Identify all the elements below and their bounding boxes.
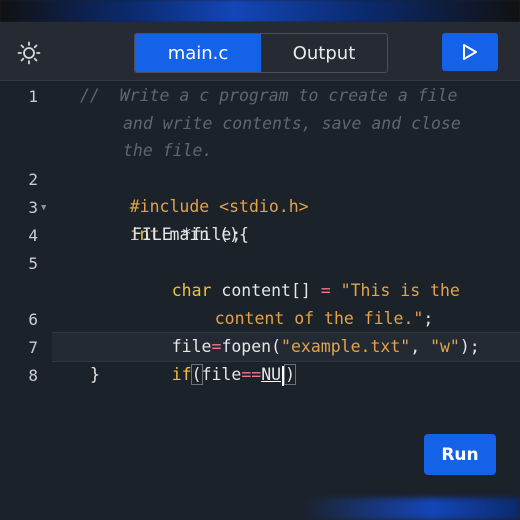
call-end: );	[459, 337, 480, 356]
line-number: 5	[28, 254, 38, 273]
code-line-content-decl: char content[] = "This is the	[132, 249, 460, 300]
if-keyword: if	[171, 365, 192, 384]
line-number: 8	[28, 366, 38, 385]
tab-output[interactable]: Output	[261, 34, 387, 72]
code-line-content-cont: content of the file.";	[175, 277, 434, 328]
equals-operator: ==	[241, 365, 262, 384]
line-number: 3	[28, 198, 38, 217]
code-line-close-brace: }	[90, 365, 100, 384]
code-line-fopen: file=fopen("example.txt", "w");	[132, 305, 480, 356]
code-line-if: if(file==NU)	[132, 333, 296, 386]
typed-token: NU	[261, 365, 282, 384]
line-number: 7	[28, 338, 38, 357]
string-literal: "w"	[430, 337, 460, 356]
theme-toggle-button[interactable]	[14, 38, 44, 68]
fold-arrow-icon[interactable]: ▼	[41, 203, 46, 213]
comma: ,	[410, 337, 431, 356]
line-number: 2	[28, 170, 38, 189]
top-strip	[0, 0, 520, 22]
code-comment: and write contents, save and close	[123, 114, 461, 133]
variable-name: file	[201, 365, 242, 384]
code-comment: // Write a c program to create a file	[80, 86, 458, 105]
bottom-strip	[300, 498, 520, 520]
text-cursor	[282, 365, 285, 386]
sun-icon	[17, 41, 41, 65]
code-line-include: #include <stdio.h>	[90, 165, 309, 216]
code-comment: the file.	[123, 141, 213, 160]
string-literal: "example.txt"	[281, 337, 411, 356]
line-number: 1	[28, 87, 38, 106]
file-tabs: main.c Output	[134, 33, 388, 73]
play-button[interactable]	[442, 33, 498, 71]
code-editor[interactable]: 1 2 3 ▼ 4 5 6 7 8 // Write a c program t…	[0, 81, 520, 401]
open-paren: (	[190, 364, 203, 385]
editor-toolbar: main.c Output	[0, 22, 520, 81]
line-number: 6	[28, 310, 38, 329]
code-line-main: int main (){	[90, 193, 249, 244]
tab-main-c[interactable]: main.c	[135, 34, 261, 72]
code-line-file-decl: FILE *file;	[132, 225, 242, 244]
line-number: 4	[28, 226, 38, 245]
play-icon	[463, 44, 477, 60]
run-button[interactable]: Run	[424, 434, 496, 475]
close-paren: )	[284, 364, 296, 385]
